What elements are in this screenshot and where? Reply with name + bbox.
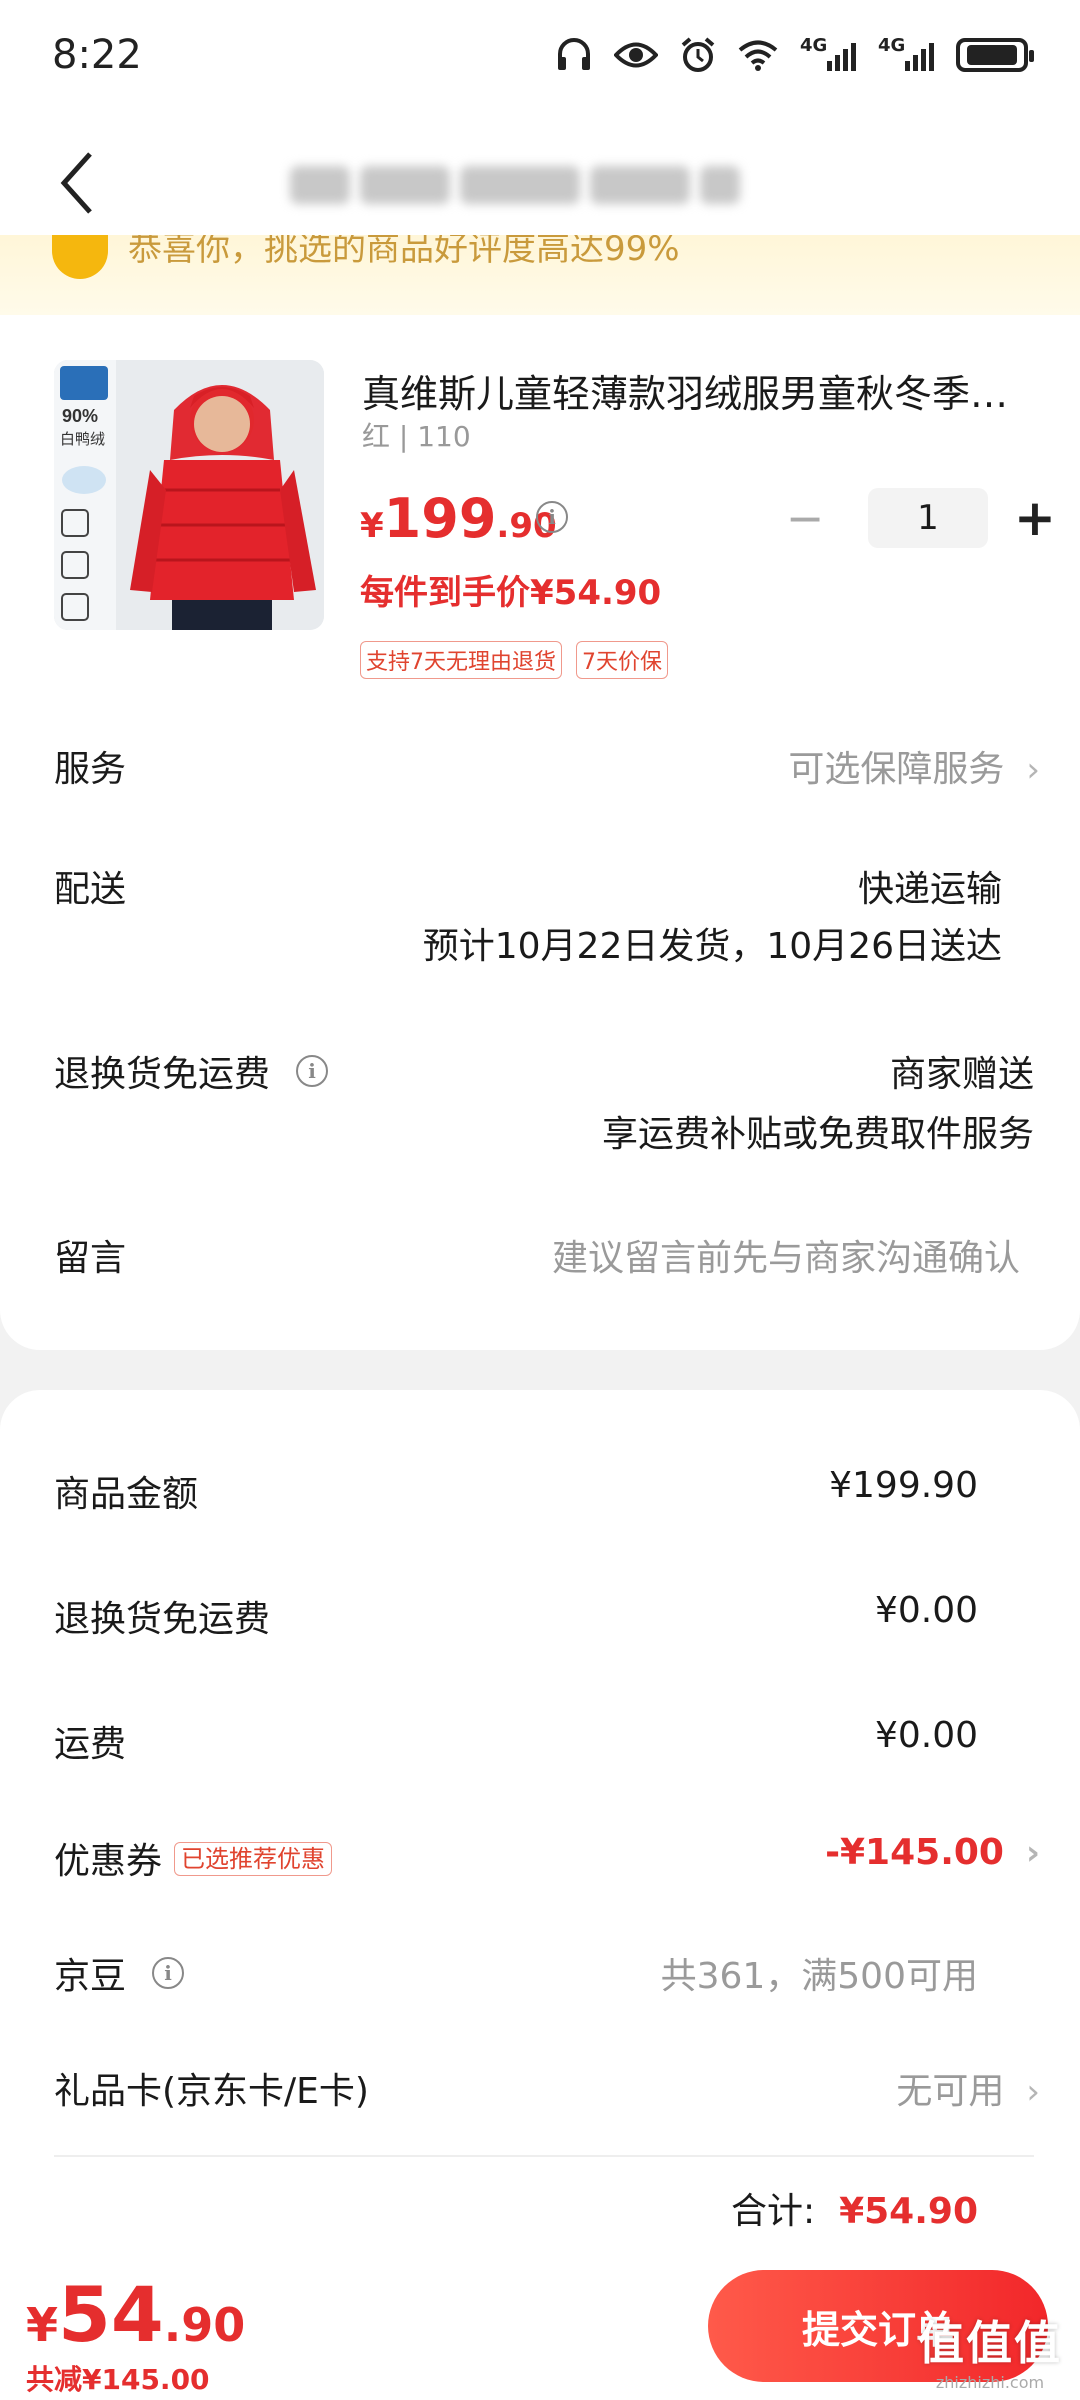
product-image[interactable]: 90% 白鸭绒: [54, 360, 324, 630]
info-icon[interactable]: i: [296, 1055, 329, 1087]
product-spec[interactable]: 红 | 110: [362, 415, 471, 455]
back-button[interactable]: [56, 150, 116, 220]
unit-price: 每件到手价¥54.90: [360, 573, 662, 613]
eye-icon: [614, 40, 658, 70]
service-label: 服务: [54, 749, 127, 790]
jd-bean-value: 共361，满500可用: [660, 1956, 978, 1997]
service-value: 可选保障服务: [788, 749, 1005, 790]
divider: [54, 2155, 1034, 2157]
total-label: 合计:: [730, 2191, 816, 2232]
coupon-row[interactable]: -¥145.00 ›: [825, 1832, 1040, 1873]
status-bar: 8:22 4G 4G: [0, 0, 1080, 110]
watermark: 值值值 zhizhizhi.com: [918, 2316, 1062, 2392]
return-shipping-desc: 享运费补贴或免费取件服务: [601, 1114, 1034, 1155]
image-badge-sub: 白鸭绒: [60, 431, 105, 448]
return-shipping-row-label: 退换货免运费 i: [54, 1045, 329, 1097]
coupon-label: 优惠券: [54, 1841, 163, 1882]
goods-amount-label: 商品金额: [54, 1474, 199, 1515]
jd-bean-label: 京豆: [54, 1956, 127, 1997]
signal-4g-icon: 4G: [800, 35, 856, 75]
service-row[interactable]: 可选保障服务 ›: [788, 740, 1040, 792]
message-label: 留言: [54, 1238, 127, 1279]
coupon-row-label: 优惠券 已选推荐优惠: [54, 1832, 333, 1884]
footer-total-price: ¥ 54 .90: [26, 2270, 246, 2359]
order-card: 90% 白鸭绒 真维斯儿童轻薄款羽绒服男童秋冬季… 红 | 110 ¥ 199 …: [0, 315, 1080, 1350]
product-price: ¥ 199 .90: [360, 487, 557, 550]
product-tags: 支持7天无理由退货 7天价保: [360, 641, 668, 679]
tag-price-protect: 7天价保: [576, 641, 668, 679]
return-free-value: ¥0.00: [874, 1590, 978, 1631]
goods-amount-value: ¥199.90: [829, 1465, 978, 1506]
store-name-blurred: [290, 160, 790, 210]
price-summary-card: 商品金额 ¥199.90 退换货免运费 ¥0.00 运费 ¥0.00 优惠券 已选…: [0, 1390, 1080, 2270]
wifi-icon: [738, 39, 778, 71]
gift-card-row[interactable]: 无可用 ›: [896, 2062, 1040, 2114]
delivery-eta: 预计10月22日发货，10月26日送达: [422, 926, 1002, 967]
alarm-icon: [680, 37, 716, 73]
return-shipping-value: 商家赠送: [889, 1054, 1034, 1095]
total-row: 合计: ¥54.90: [731, 2182, 978, 2234]
headphones-icon: [556, 38, 592, 72]
price-info-icon[interactable]: i: [536, 501, 568, 533]
quantity-stepper: − 1 +: [780, 487, 1060, 549]
delivery-method[interactable]: 快递运输: [858, 860, 1002, 912]
image-badge: 90%: [62, 406, 98, 426]
status-icons: 4G 4G: [556, 35, 1034, 75]
coupon-badge: 已选推荐优惠: [174, 1842, 333, 1876]
gift-card-value: 无可用: [896, 2071, 1005, 2112]
chevron-right-icon: ›: [1026, 2072, 1040, 2112]
battery-icon: [956, 38, 1034, 72]
delivery-label: 配送: [54, 869, 127, 910]
status-time: 8:22: [52, 32, 142, 78]
product-title[interactable]: 真维斯儿童轻薄款羽绒服男童秋冬季…: [362, 363, 1032, 418]
return-free-label: 退换货免运费: [54, 1599, 271, 1640]
info-icon[interactable]: i: [152, 1957, 185, 1989]
tag-7day-return: 支持7天无理由退货: [360, 641, 562, 679]
coupon-value: -¥145.00: [825, 1832, 1004, 1873]
total-value: ¥54.90: [839, 2191, 978, 2232]
freight-value: ¥0.00: [874, 1715, 978, 1756]
freight-label: 运费: [54, 1724, 127, 1765]
footer-saved: 共减¥145.00: [26, 2363, 210, 2396]
decrease-quantity-button[interactable]: −: [780, 495, 830, 541]
chevron-right-icon: ›: [1025, 1833, 1040, 1873]
chevron-left-icon: [60, 152, 92, 214]
chevron-right-icon: ›: [1026, 750, 1040, 790]
increase-quantity-button[interactable]: +: [1010, 493, 1060, 543]
message-input[interactable]: 建议留言前先与商家沟通确认: [552, 1229, 1020, 1281]
gift-card-label: 礼品卡(京东卡/E卡): [54, 2071, 369, 2112]
jd-bean-row-label: 京豆 i: [54, 1947, 185, 1999]
quantity-value[interactable]: 1: [868, 488, 988, 548]
smile-icon: [52, 235, 108, 279]
return-shipping-label: 退换货免运费: [54, 1054, 271, 1095]
checkout-footer: ¥ 54 .90 共减¥145.00 提交订单 值值值 zhizhizhi.co…: [0, 2250, 1080, 2400]
signal-4g-icon-2: 4G: [878, 35, 934, 75]
praise-banner: 恭喜你，挑选的商品好评度高达99%: [0, 235, 1080, 315]
banner-text: 恭喜你，挑选的商品好评度高达99%: [128, 235, 680, 269]
